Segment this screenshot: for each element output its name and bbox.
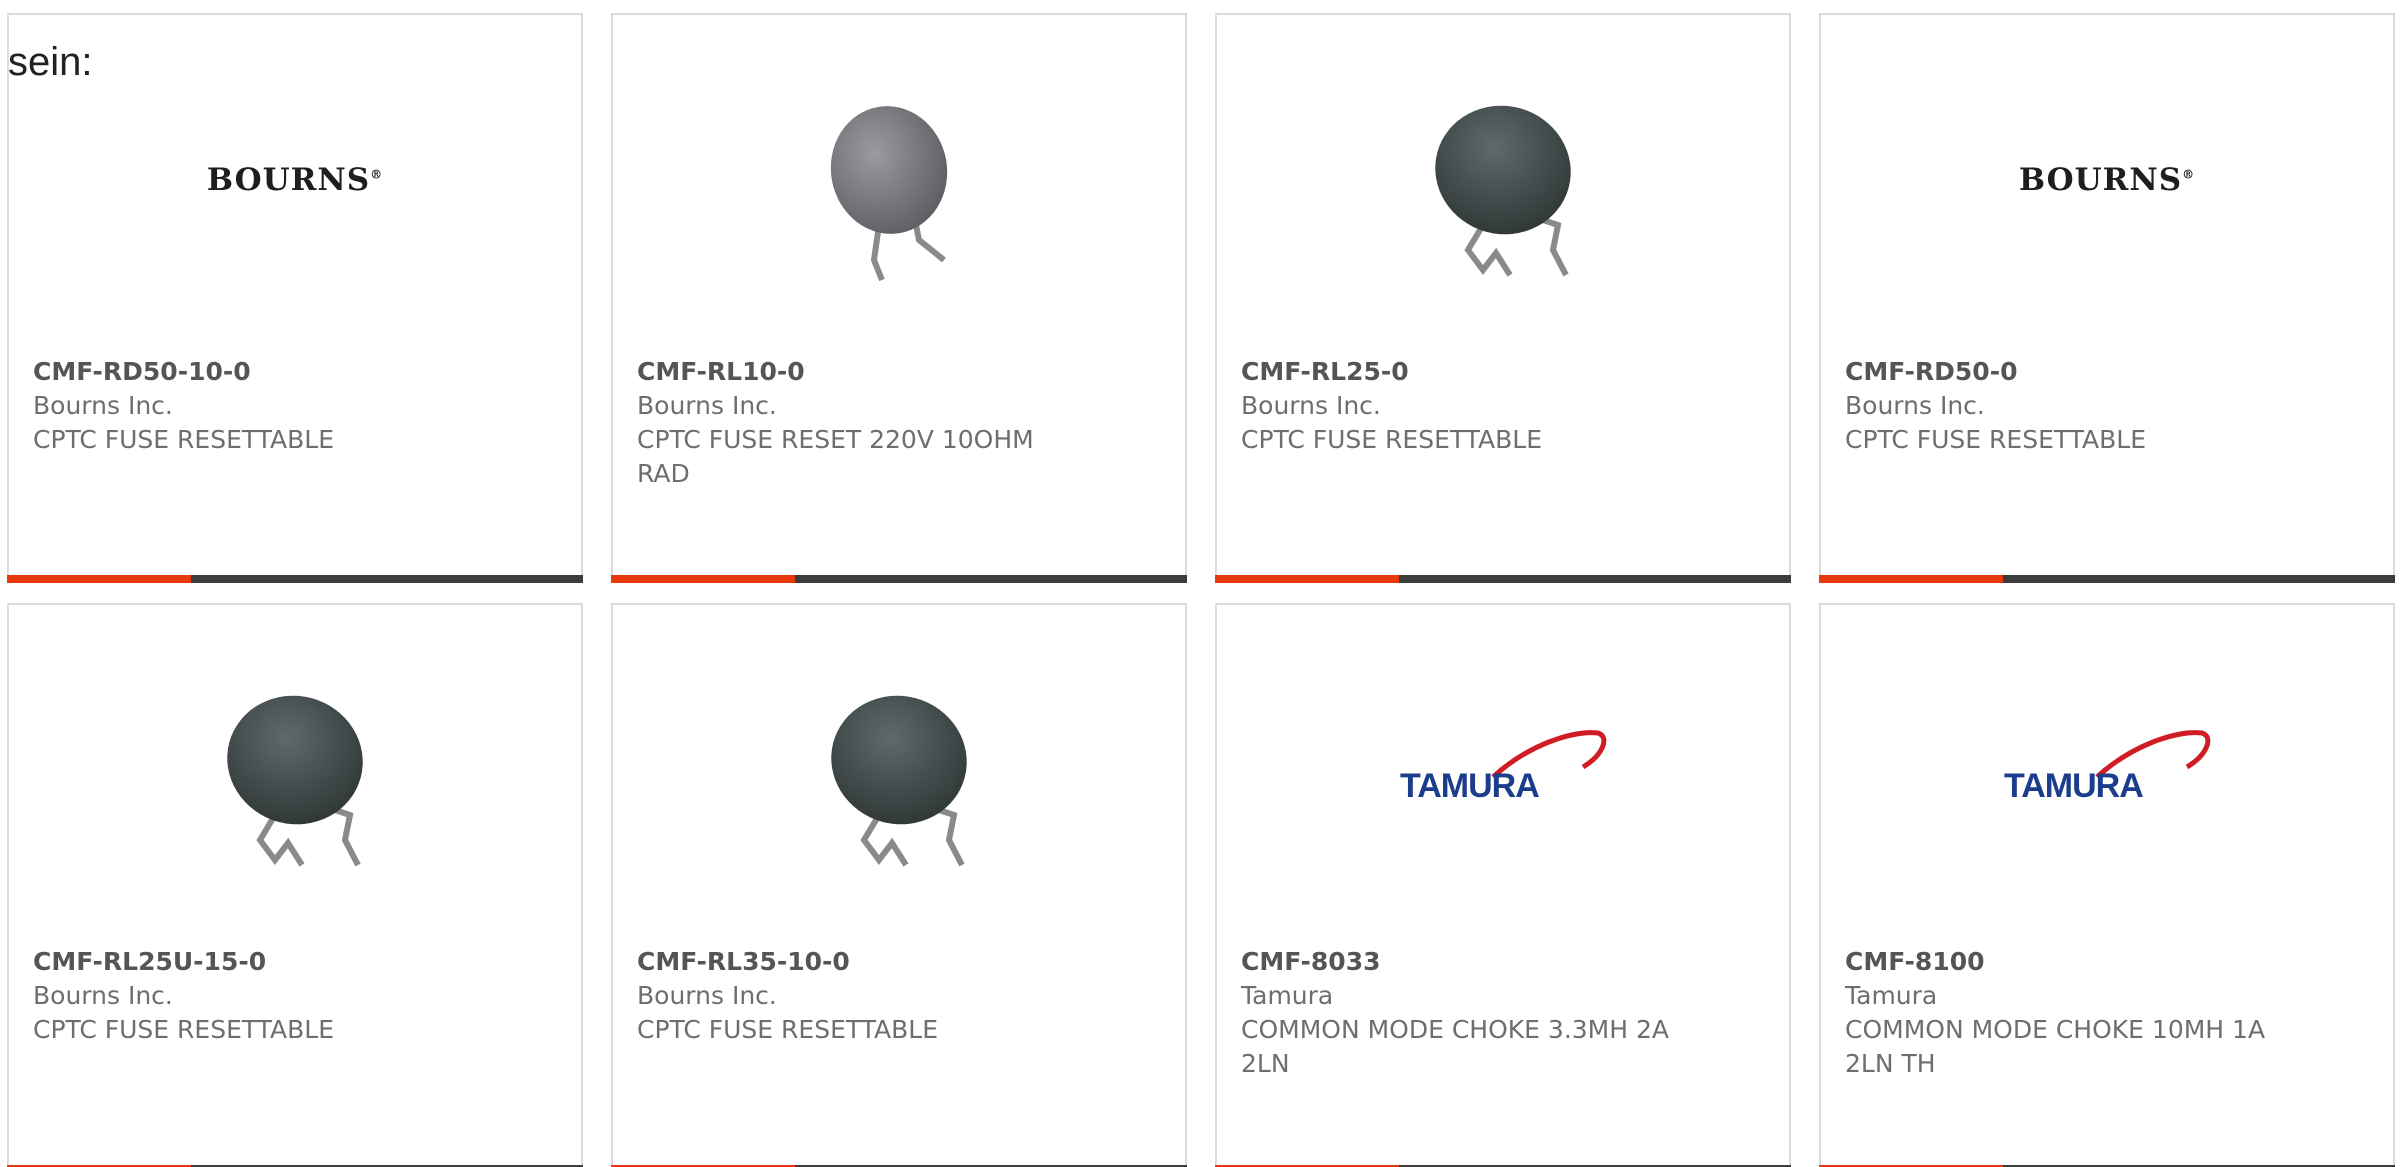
- part-number[interactable]: CMF-RL25U-15-0: [33, 945, 557, 979]
- part-number[interactable]: CMF-8100: [1845, 945, 2369, 979]
- manufacturer: Bourns Inc.: [33, 391, 173, 420]
- part-number[interactable]: CMF-RL35-10-0: [637, 945, 1161, 979]
- card-accent-bar: [611, 575, 795, 583]
- description: COMMON MODE CHOKE 3.3MH 2A 2LN: [1241, 1015, 1669, 1078]
- product-card[interactable]: CMF-RL35-10-0 Bourns Inc. CPTC FUSE RESE…: [611, 603, 1187, 1167]
- bourns-logo: BOURNS®: [2018, 162, 2196, 198]
- manufacturer: Tamura: [1845, 981, 1938, 1010]
- description: CPTC FUSE RESETTABLE: [1241, 425, 1543, 454]
- description: CPTC FUSE RESET 220V 10OHM RAD: [637, 425, 1034, 488]
- description: CPTC FUSE RESETTABLE: [1845, 425, 2147, 454]
- description: CPTC FUSE RESETTABLE: [33, 425, 335, 454]
- card-accent-bar: [1819, 575, 2003, 583]
- part-number[interactable]: CMF-RD50-0: [1845, 355, 2369, 389]
- manufacturer: Bourns Inc.: [1845, 391, 1985, 420]
- card-accent-bar: [7, 575, 191, 583]
- description: CPTC FUSE RESETTABLE: [33, 1015, 335, 1044]
- manufacturer: Bourns Inc.: [637, 391, 777, 420]
- product-media: TAMURA: [1821, 665, 2393, 875]
- product-media: [613, 665, 1185, 875]
- product-card[interactable]: CMF-RL25-0 Bourns Inc. CPTC FUSE RESETTA…: [1215, 13, 1791, 583]
- product-card[interactable]: BOURNS® CMF-RD50-10-0 Bourns Inc. CPTC F…: [7, 13, 583, 583]
- tamura-logo: TAMURA: [1398, 725, 1608, 815]
- product-media: TAMURA: [1217, 665, 1789, 875]
- product-media: BOURNS®: [1821, 75, 2393, 285]
- part-number[interactable]: CMF-RL10-0: [637, 355, 1161, 389]
- part-number[interactable]: CMF-8033: [1241, 945, 1765, 979]
- product-card[interactable]: CMF-RL10-0 Bourns Inc. CPTC FUSE RESET 2…: [611, 13, 1187, 583]
- card-bottom-bar: [7, 575, 583, 583]
- card-bottom-bar: [1819, 575, 2395, 583]
- part-number[interactable]: CMF-RD50-10-0: [33, 355, 557, 389]
- tamura-logo: TAMURA: [2002, 725, 2212, 815]
- product-card[interactable]: TAMURA CMF-8033 Tamura COMMON MODE CHOKE…: [1215, 603, 1791, 1167]
- intro-text: sein:: [8, 40, 93, 84]
- bourns-logo: BOURNS®: [206, 162, 384, 198]
- thermistor-photo: [831, 695, 967, 867]
- product-card[interactable]: TAMURA CMF-8100 Tamura COMMON MODE CHOKE…: [1819, 603, 2395, 1167]
- product-card[interactable]: BOURNS® CMF-RD50-0 Bourns Inc. CPTC FUSE…: [1819, 13, 2395, 583]
- manufacturer: Bourns Inc.: [637, 981, 777, 1010]
- thermistor-photo: [830, 106, 948, 282]
- thermistor-photo: [227, 695, 363, 867]
- product-media: BOURNS®: [9, 75, 581, 285]
- part-number[interactable]: CMF-RL25-0: [1241, 355, 1765, 389]
- card-bottom-bar: [611, 575, 1187, 583]
- card-bottom-bar: [1215, 575, 1791, 583]
- description: COMMON MODE CHOKE 10MH 1A 2LN TH: [1845, 1015, 2266, 1078]
- product-media: [613, 75, 1185, 285]
- thermistor-photo: [1435, 105, 1571, 277]
- manufacturer: Bourns Inc.: [33, 981, 173, 1010]
- product-media: [9, 665, 581, 875]
- product-card[interactable]: CMF-RL25U-15-0 Bourns Inc. CPTC FUSE RES…: [7, 603, 583, 1167]
- manufacturer: Bourns Inc.: [1241, 391, 1381, 420]
- product-media: [1217, 75, 1789, 285]
- description: CPTC FUSE RESETTABLE: [637, 1015, 939, 1044]
- manufacturer: Tamura: [1241, 981, 1334, 1010]
- card-accent-bar: [1215, 575, 1399, 583]
- product-grid-page: sein: BOURNS® CMF-RD50-10-0 Bourns Inc. …: [0, 0, 2400, 1167]
